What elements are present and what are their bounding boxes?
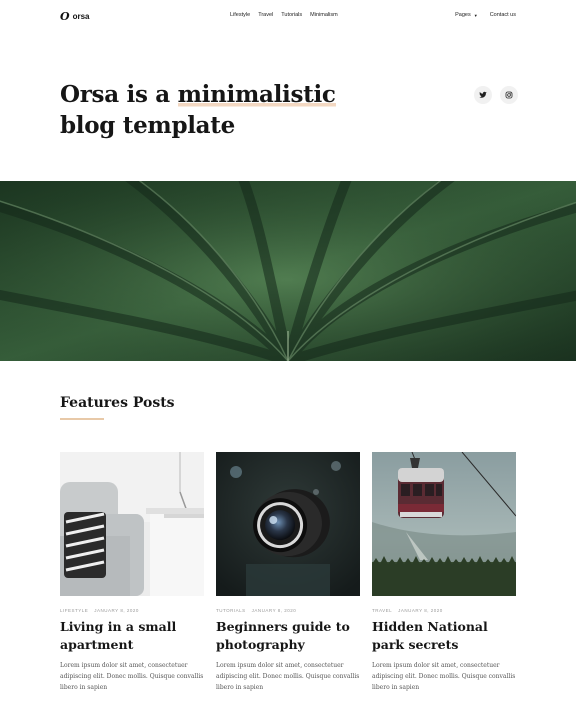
post-card[interactable]: Travel January 8, 2020 Hidden National p… — [372, 452, 516, 693]
apartment-photo — [60, 452, 204, 596]
post-date: January 8, 2020 — [251, 608, 297, 613]
post-excerpt: Lorem ipsum dolor sit amet, consectetuer… — [60, 662, 204, 691]
post-category[interactable]: Lifestyle — [60, 608, 88, 613]
section-underline — [60, 418, 104, 420]
twitter-icon — [479, 91, 487, 98]
instagram-icon — [505, 91, 513, 99]
nav-link-lifestyle[interactable]: Lifestyle — [230, 12, 250, 18]
post-meta: Lifestyle January 8, 2020 — [60, 608, 204, 613]
nav-link-tutorials[interactable]: Tutorials — [281, 12, 302, 18]
hero-banner-image — [0, 181, 576, 361]
logo[interactable]: O orsa — [60, 10, 90, 23]
nav-link-minimalism[interactable]: Minimalism — [310, 12, 338, 18]
post-image[interactable] — [60, 452, 204, 596]
post-excerpt: Lorem ipsum dolor sit amet, consectetuer… — [372, 662, 516, 691]
post-card[interactable]: Tutorials January 8, 2020 Beginners guid… — [216, 452, 360, 693]
post-card[interactable]: Lifestyle January 8, 2020 Living in a sm… — [60, 452, 204, 693]
logo-mark: O — [60, 10, 70, 23]
top-nav: O orsa Lifestyle Travel Tutorials Minima… — [0, 0, 576, 32]
post-date: January 8, 2020 — [94, 608, 139, 613]
hero-title-after: blog template — [60, 112, 235, 139]
pages-dropdown[interactable]: Pages ▼ — [455, 12, 478, 18]
nav-right: Pages ▼ Contact us — [455, 12, 516, 18]
contact-link[interactable]: Contact us — [490, 12, 516, 18]
post-category[interactable]: Travel — [372, 608, 392, 613]
post-title[interactable]: Living in a small apartment — [60, 618, 204, 654]
post-title[interactable]: Beginners guide to photography — [216, 618, 360, 654]
section-title: Features Posts — [60, 395, 175, 411]
logo-text: orsa — [72, 12, 90, 21]
camera-lens-photo — [216, 452, 360, 596]
twitter-button[interactable] — [474, 86, 492, 104]
leaf-image — [0, 181, 576, 361]
instagram-button[interactable] — [500, 86, 518, 104]
post-title[interactable]: Hidden National park secrets — [372, 618, 516, 654]
cable-car-photo — [372, 452, 516, 596]
hero-title-highlight: minimalistic — [177, 81, 336, 108]
post-image[interactable] — [372, 452, 516, 596]
hero-title-before: Orsa is a — [60, 81, 178, 108]
post-excerpt: Lorem ipsum dolor sit amet, consectetuer… — [216, 662, 360, 691]
pages-label: Pages — [455, 12, 471, 18]
post-image[interactable] — [216, 452, 360, 596]
post-category[interactable]: Tutorials — [216, 608, 246, 613]
caret-down-icon: ▼ — [473, 12, 478, 18]
hero-title: Orsa is a minimalistic blog template — [60, 79, 360, 141]
post-date: January 8, 2020 — [398, 608, 443, 613]
post-meta: Travel January 8, 2020 — [372, 608, 516, 613]
post-meta: Tutorials January 8, 2020 — [216, 608, 360, 613]
nav-links: Lifestyle Travel Tutorials Minimalism — [230, 12, 338, 18]
social-links — [474, 86, 518, 104]
nav-link-travel[interactable]: Travel — [258, 12, 273, 18]
